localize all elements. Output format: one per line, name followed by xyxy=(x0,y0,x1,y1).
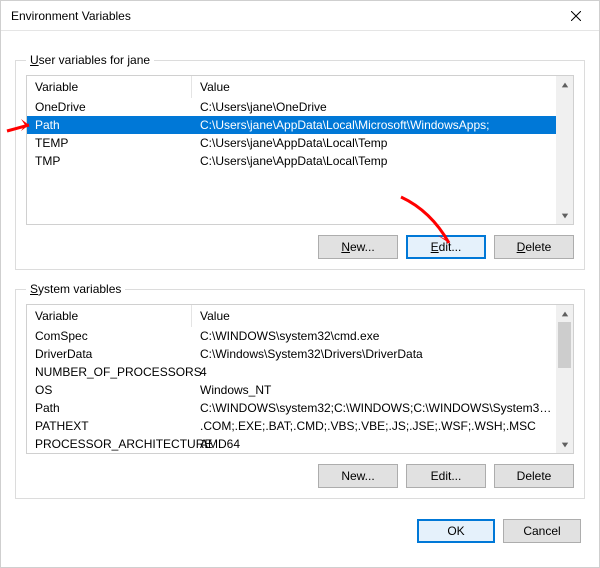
system-buttons-row: New... Edit... Delete xyxy=(26,464,574,488)
table-row[interactable]: OSWindows_NT xyxy=(27,381,556,399)
row-var: ComSpec xyxy=(35,329,200,343)
scroll-thumb[interactable] xyxy=(558,322,571,368)
system-new-button[interactable]: New... xyxy=(318,464,398,488)
list-header-row: Variable Value xyxy=(27,76,556,98)
row-val: C:\Users\jane\AppData\Local\Microsoft\Wi… xyxy=(200,118,556,132)
table-row[interactable]: PROCESSOR_ARCHITECTUREAMD64 xyxy=(27,435,556,453)
row-var: TEMP xyxy=(35,136,200,150)
col-header-value[interactable]: Value xyxy=(192,76,556,98)
col-header-variable[interactable]: Variable xyxy=(27,76,192,98)
row-val: C:\WINDOWS\system32;C:\WINDOWS;C:\WINDOW… xyxy=(200,401,556,415)
row-val: C:\Windows\System32\Drivers\DriverData xyxy=(200,347,556,361)
ok-button[interactable]: OK xyxy=(417,519,495,543)
row-var: OS xyxy=(35,383,200,397)
table-row[interactable]: DriverDataC:\Windows\System32\Drivers\Dr… xyxy=(27,345,556,363)
system-variables-list[interactable]: Variable Value ComSpecC:\WINDOWS\system3… xyxy=(26,304,574,454)
list-header-row: Variable Value xyxy=(27,305,556,327)
row-val: C:\Users\jane\OneDrive xyxy=(200,100,556,114)
table-row[interactable]: Path C:\Users\jane\AppData\Local\Microso… xyxy=(27,116,556,134)
scroll-track[interactable] xyxy=(556,93,573,207)
cancel-button[interactable]: Cancel xyxy=(503,519,581,543)
col-header-variable[interactable]: Variable xyxy=(27,305,192,327)
scroll-down-icon[interactable] xyxy=(556,436,573,453)
scrollbar[interactable] xyxy=(556,305,573,453)
row-val: Windows_NT xyxy=(200,383,556,397)
row-var: Path xyxy=(35,401,200,415)
user-variables-list[interactable]: Variable Value OneDrive C:\Users\jane\On… xyxy=(26,75,574,225)
row-var: PATHEXT xyxy=(35,419,200,433)
table-row[interactable]: OneDrive C:\Users\jane\OneDrive xyxy=(27,98,556,116)
scroll-track[interactable] xyxy=(556,322,573,436)
row-var: NUMBER_OF_PROCESSORS xyxy=(35,365,200,379)
row-val: AMD64 xyxy=(200,437,556,451)
user-variables-group: User variables for jane Variable Value O… xyxy=(15,53,585,270)
row-val: C:\Users\jane\AppData\Local\Temp xyxy=(200,154,556,168)
table-row[interactable]: PathC:\WINDOWS\system32;C:\WINDOWS;C:\WI… xyxy=(27,399,556,417)
system-edit-button[interactable]: Edit... xyxy=(406,464,486,488)
user-delete-button[interactable]: Delete xyxy=(494,235,574,259)
titlebar: Environment Variables xyxy=(1,1,599,31)
scroll-down-icon[interactable] xyxy=(556,207,573,224)
scroll-thumb[interactable] xyxy=(558,93,571,207)
row-var: Path xyxy=(35,118,200,132)
scroll-up-icon[interactable] xyxy=(556,76,573,93)
row-var: DriverData xyxy=(35,347,200,361)
system-variables-legend: System variables xyxy=(26,282,125,296)
user-variables-legend: User variables for jane xyxy=(26,53,154,67)
table-row[interactable]: TEMP C:\Users\jane\AppData\Local\Temp xyxy=(27,134,556,152)
row-val: C:\Users\jane\AppData\Local\Temp xyxy=(200,136,556,150)
row-val: 4 xyxy=(200,365,556,379)
close-icon xyxy=(571,11,581,21)
row-val: .COM;.EXE;.BAT;.CMD;.VBS;.VBE;.JS;.JSE;.… xyxy=(200,419,556,433)
user-new-button[interactable]: New... xyxy=(318,235,398,259)
env-vars-dialog: Environment Variables User variables for… xyxy=(0,0,600,568)
user-buttons-row: New... Edit... Delete xyxy=(26,235,574,259)
row-val: C:\WINDOWS\system32\cmd.exe xyxy=(200,329,556,343)
row-var: PROCESSOR_ARCHITECTURE xyxy=(35,437,200,451)
system-delete-button[interactable]: Delete xyxy=(494,464,574,488)
col-header-value[interactable]: Value xyxy=(192,305,556,327)
dialog-title: Environment Variables xyxy=(11,9,131,23)
user-edit-button[interactable]: Edit... xyxy=(406,235,486,259)
table-row[interactable]: NUMBER_OF_PROCESSORS4 xyxy=(27,363,556,381)
scroll-up-icon[interactable] xyxy=(556,305,573,322)
table-row[interactable]: ComSpecC:\WINDOWS\system32\cmd.exe xyxy=(27,327,556,345)
scrollbar[interactable] xyxy=(556,76,573,224)
close-button[interactable] xyxy=(553,1,599,31)
row-var: OneDrive xyxy=(35,100,200,114)
dialog-buttons: OK Cancel xyxy=(1,511,599,555)
system-variables-group: System variables Variable Value ComSpecC… xyxy=(15,282,585,499)
row-var: TMP xyxy=(35,154,200,168)
table-row[interactable]: PATHEXT.COM;.EXE;.BAT;.CMD;.VBS;.VBE;.JS… xyxy=(27,417,556,435)
dialog-content: User variables for jane Variable Value O… xyxy=(1,31,599,511)
table-row[interactable]: TMP C:\Users\jane\AppData\Local\Temp xyxy=(27,152,556,170)
